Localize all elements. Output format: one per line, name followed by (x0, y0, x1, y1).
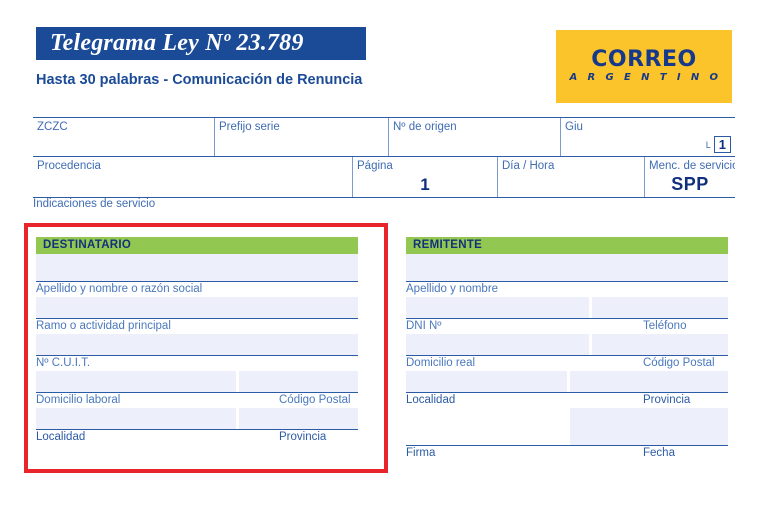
field-prefijo-serie[interactable]: Prefijo serie (215, 118, 389, 156)
destinatario-ramo-labelrow: Ramo o actividad principal (36, 319, 358, 334)
destinatario-localidad-label: Localidad (36, 431, 86, 443)
field-procedencia-label: Procedencia (37, 160, 101, 172)
remitente-row-firma-input (406, 408, 728, 446)
remitente-provincia-label: Provincia (643, 394, 691, 406)
remitente-fecha-label: Fecha (643, 447, 675, 459)
page-title: Telegrama Ley Nº 23.789 (50, 30, 304, 56)
destinatario-localidad-labelrow: Localidad Provincia (36, 430, 358, 445)
destinatario-apellido-input[interactable] (36, 254, 358, 281)
remitente-row-localidad-input (406, 371, 728, 393)
form-title-bar: Telegrama Ley Nº 23.789 (36, 27, 366, 60)
field-pagina[interactable]: Página 1 (353, 157, 498, 197)
giu-prefix-label: L (705, 139, 711, 150)
remitente-apellido-input-right[interactable] (592, 297, 728, 318)
remitente-section: REMITENTE Apellido y nombre DNI Nº Teléf… (406, 237, 728, 461)
destinatario-domicilio-labelrow: Domicilio laboral Código Postal (36, 393, 358, 408)
field-menc-servicio[interactable]: Menc. de servicio SPP (645, 157, 735, 197)
destinatario-codigo-postal-label: Código Postal (279, 394, 351, 406)
field-pagina-value: 1 (420, 175, 430, 194)
remitente-localidad-labelrow: Localidad Provincia (406, 393, 728, 408)
field-zczc-label: ZCZC (37, 121, 68, 133)
correo-argentino-logo: CORREO A R G E N T I N O (556, 30, 732, 103)
field-nro-origen-label: Nº de origen (393, 121, 457, 133)
destinatario-domicilio-input[interactable] (36, 408, 236, 429)
destinatario-row-ramo-input (36, 297, 358, 319)
remitente-row-apellido-input (406, 254, 728, 282)
remitente-domicilio-labelrow: Domicilio real Código Postal (406, 356, 728, 371)
destinatario-cuit-input[interactable] (36, 371, 236, 392)
destinatario-row-cuit-input (36, 334, 358, 356)
logo-secondary-text: A R G E N T I N O (569, 72, 722, 83)
field-nro-origen[interactable]: Nº de origen (389, 118, 561, 156)
logo-primary-text: CORREO (591, 47, 697, 72)
destinatario-domicilio-label: Domicilio laboral (36, 394, 121, 406)
remitente-localidad-label: Localidad (406, 394, 456, 406)
destinatario-cuit-label: Nº C.U.I.T. (36, 357, 91, 369)
remitente-telefono-input[interactable] (592, 334, 728, 355)
giu-count-box: 1 (713, 136, 731, 153)
remitente-codigo-postal-input[interactable] (570, 371, 728, 392)
remitente-domicilio-input-field[interactable] (406, 371, 567, 392)
telegram-form-page: Telegrama Ley Nº 23.789 Hasta 30 palabra… (0, 0, 768, 508)
remitente-apellido-labelrow: Apellido y nombre (406, 282, 728, 297)
remitente-firma-input[interactable] (406, 408, 567, 445)
destinatario-codigo-postal-input[interactable] (239, 408, 358, 429)
field-giu-label: Giu (565, 121, 583, 133)
remitente-dni-labelrow: DNI Nº Teléfono (406, 319, 728, 334)
remitente-fecha-input[interactable] (570, 408, 728, 445)
field-procedencia[interactable]: Procedencia (33, 157, 353, 197)
destinatario-row-domicilio-input (36, 371, 358, 393)
field-pagina-label: Página (357, 160, 393, 172)
destinatario-ramo-label: Ramo o actividad principal (36, 320, 171, 332)
remitente-firma-label: Firma (406, 447, 436, 459)
remitente-row-dni-input (406, 297, 728, 319)
field-menc-servicio-label: Menc. de servicio (649, 160, 735, 172)
remitente-dni-label: DNI Nº (406, 320, 442, 332)
remitente-row-domicilio-input (406, 334, 728, 356)
destinatario-ramo-input[interactable] (36, 297, 358, 318)
destinatario-row-localidad-input (36, 408, 358, 430)
destinatario-apellido-label: Apellido y nombre o razón social (36, 283, 203, 295)
grid-row-2: Procedencia Página 1 Día / Hora Menc. de… (33, 156, 735, 197)
field-giu[interactable]: Giu L 1 (561, 118, 735, 156)
indicaciones-de-servicio-label: Indicaciones de servicio (33, 198, 156, 210)
destinatario-cuit-labelrow: Nº C.U.I.T. (36, 356, 358, 371)
remitente-telefono-label: Teléfono (643, 320, 687, 332)
remitente-codigo-postal-label: Código Postal (643, 357, 715, 369)
destinatario-ramo-input-2[interactable] (36, 334, 358, 355)
field-prefijo-serie-label: Prefijo serie (219, 121, 280, 133)
remitente-apellido-input-left[interactable] (406, 297, 589, 318)
page-subtitle: Hasta 30 palabras - Comunicación de Renu… (36, 72, 363, 88)
destinatario-apellido-labelrow: Apellido y nombre o razón social (36, 282, 358, 297)
destinatario-row-apellido-input (36, 254, 358, 282)
field-dia-hora[interactable]: Día / Hora (498, 157, 645, 197)
destinatario-cuit-input-right[interactable] (239, 371, 358, 392)
remitente-apellido-input[interactable] (406, 254, 728, 281)
destinatario-section: DESTINATARIO Apellido y nombre o razón s… (36, 237, 358, 445)
destinatario-provincia-label: Provincia (279, 431, 327, 443)
remitente-apellido-label: Apellido y nombre (406, 283, 499, 295)
service-header-grid: ZCZC Prefijo serie Nº de origen Giu L 1 (33, 117, 735, 198)
grid-row-1: ZCZC Prefijo serie Nº de origen Giu L 1 (33, 117, 735, 156)
remitente-firma-labelrow: Firma Fecha (406, 446, 728, 461)
giu-counter: L 1 (706, 136, 731, 153)
remitente-heading: REMITENTE (406, 237, 728, 254)
destinatario-heading: DESTINATARIO (36, 237, 358, 254)
field-menc-servicio-value: SPP (671, 174, 709, 194)
remitente-domicilio-label: Domicilio real (406, 357, 476, 369)
field-zczc[interactable]: ZCZC (33, 118, 215, 156)
remitente-dni-input[interactable] (406, 334, 589, 355)
field-dia-hora-label: Día / Hora (502, 160, 555, 172)
